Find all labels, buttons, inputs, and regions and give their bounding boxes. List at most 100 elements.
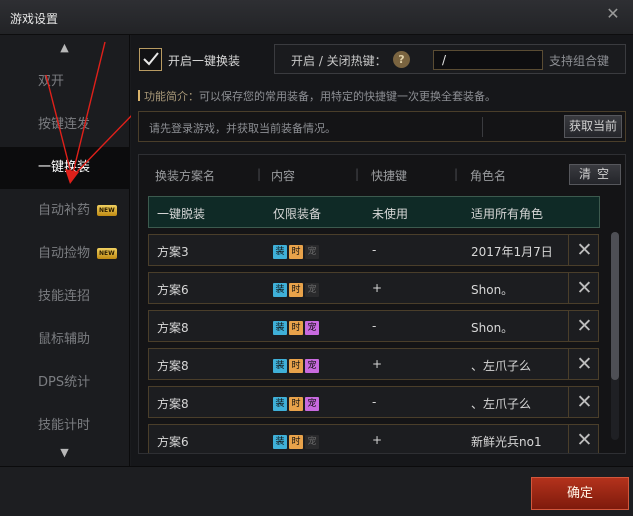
pet-tag: 宠 <box>305 283 319 297</box>
login-text: 请先登录游戏，并获取当前装备情况。 <box>149 122 336 135</box>
hotkey-value: - <box>372 319 377 333</box>
content-tags: 装时宠 <box>273 243 321 259</box>
table-scrollbar[interactable] <box>611 232 619 440</box>
sidebar-item-auto-loot[interactable]: 自动捡物 NEW <box>0 233 129 275</box>
sidebar-item-label: 鼠标辅助 <box>38 332 91 347</box>
hotkey-value: 未使用 <box>372 207 409 221</box>
scheme-name: 方案8 <box>157 397 189 411</box>
login-notice: 请先登录游戏，并获取当前装备情况。 获取当前 <box>138 111 626 142</box>
confirm-button[interactable]: 确定 <box>531 477 629 510</box>
scheme-name: 一键脱装 <box>157 207 206 221</box>
outfit-table: 换装方案名 | 内容 | 快捷键 | 角色名 清空 一键脱装 仅限装备 未使用 … <box>138 154 626 454</box>
new-badge: NEW <box>97 248 117 259</box>
sidebar: ▲ 双开 按键连发 一键换装 自动补药 NEW 自动捡物 NEW 技能连招 鼠标… <box>0 35 130 466</box>
sidebar-item-label: 自动捡物 <box>38 246 91 261</box>
hotkey-value: + <box>372 433 383 447</box>
pet-tag: 宠 <box>305 321 319 335</box>
sidebar-item-label: 按键连发 <box>38 117 91 132</box>
intro-text: 可以保存您的常用装备，用特定的快捷键一次更换全套装备。 <box>199 90 496 103</box>
sidebar-item-dual-open[interactable]: 双开 <box>0 61 129 103</box>
scrollbar-thumb[interactable] <box>611 232 619 380</box>
help-icon[interactable]: ? <box>393 51 410 68</box>
new-badge: NEW <box>97 205 117 216</box>
fashion-tag: 时 <box>289 321 303 335</box>
table-row[interactable]: 方案6 装时宠 + 新鲜光兵no1 ✕ <box>148 424 600 453</box>
title-bar: 游戏设置 ✕ <box>0 0 633 35</box>
enable-swap-checkbox[interactable] <box>139 48 162 71</box>
content-tags: 装时宠 <box>273 319 321 335</box>
pet-tag: 宠 <box>305 359 319 373</box>
sidebar-item-label: DPS统计 <box>38 375 91 390</box>
scheme-name: 方案8 <box>157 359 189 373</box>
table-row[interactable]: 一键脱装 仅限装备 未使用 适用所有角色 <box>148 196 600 228</box>
fashion-tag: 时 <box>289 245 303 259</box>
role-name: 、左爪子么 <box>471 397 532 411</box>
column-header-scheme: 换装方案名 <box>155 169 216 183</box>
fashion-tag: 时 <box>289 283 303 297</box>
delete-icon[interactable]: ✕ <box>568 425 600 453</box>
feature-intro: 功能简介：可以保存您的常用装备，用特定的快捷键一次更换全套装备。 <box>138 88 496 104</box>
column-separator: | <box>454 167 459 181</box>
table-row[interactable]: 方案8 装时宠 - Shon。 ✕ <box>148 310 599 342</box>
footer: 确定 <box>0 466 633 516</box>
table-row[interactable]: 方案8 装时宠 + 、左爪子么 ✕ <box>148 348 599 380</box>
equip-tag: 装 <box>273 321 287 335</box>
role-name: 新鲜光兵no1 <box>471 435 542 449</box>
sidebar-item-label: 双开 <box>38 74 65 89</box>
sidebar-item-dps-stats[interactable]: DPS统计 <box>0 362 129 404</box>
scheme-name: 方案8 <box>157 321 189 335</box>
sidebar-item-mouse-assist[interactable]: 鼠标辅助 <box>0 319 129 361</box>
sidebar-item-label: 自动补药 <box>38 203 91 218</box>
equip-tag: 装 <box>273 283 287 297</box>
delete-icon[interactable]: ✕ <box>568 273 600 303</box>
sidebar-scroll-down-icon[interactable]: ▼ <box>0 441 129 465</box>
sidebar-item-key-repeat[interactable]: 按键连发 <box>0 104 129 146</box>
fashion-tag: 时 <box>289 359 303 373</box>
sidebar-item-quick-swap[interactable]: 一键换装 <box>0 147 130 189</box>
column-separator: | <box>355 167 360 181</box>
hotkey-value: + <box>372 281 383 295</box>
delete-icon[interactable]: ✕ <box>568 387 600 417</box>
close-icon[interactable]: ✕ <box>603 4 623 24</box>
equip-tag: 装 <box>273 359 287 373</box>
table-row[interactable]: 方案6 装时宠 + Shon。 ✕ <box>148 272 599 304</box>
equip-tag: 装 <box>273 397 287 411</box>
hotkey-value: - <box>372 243 377 257</box>
hotkey-input[interactable] <box>433 50 543 70</box>
sidebar-item-auto-potion[interactable]: 自动补药 NEW <box>0 190 129 232</box>
divider <box>482 117 483 137</box>
pet-tag: 宠 <box>305 435 319 449</box>
enable-swap-label: 开启一键换装 <box>168 54 241 68</box>
check-icon <box>143 52 159 66</box>
content-tags: 装时宠 <box>273 395 321 411</box>
content-tags: 装时宠 <box>273 281 321 297</box>
main-panel: 开启一键换装 开启 / 关闭热键： ? 支持组合键 功能简介：可以保存您的常用装… <box>131 35 633 466</box>
fashion-tag: 时 <box>289 435 303 449</box>
column-header-content: 内容 <box>271 169 296 183</box>
clear-button[interactable]: 清空 <box>569 164 621 185</box>
delete-icon[interactable]: ✕ <box>568 235 600 265</box>
content-tags: 装时宠 <box>273 433 321 449</box>
delete-icon[interactable]: ✕ <box>568 311 600 341</box>
column-header-role: 角色名 <box>470 169 507 183</box>
window-title: 游戏设置 <box>10 12 59 26</box>
table-row[interactable]: 方案3 装时宠 - 2017年1月7日 ✕ <box>148 234 599 266</box>
intro-label: 功能简介： <box>144 90 199 103</box>
scheme-name: 方案6 <box>157 435 189 449</box>
equip-tag: 装 <box>273 435 287 449</box>
sidebar-scroll-up-icon[interactable]: ▲ <box>0 36 129 60</box>
role-name: Shon。 <box>471 321 514 335</box>
fashion-tag: 时 <box>289 397 303 411</box>
role-name: Shon。 <box>471 283 514 297</box>
content-tags: 装时宠 <box>273 357 321 373</box>
get-current-button[interactable]: 获取当前 <box>564 115 622 138</box>
hotkey-value: - <box>372 395 377 409</box>
table-row[interactable]: 方案8 装时宠 - 、左爪子么 ✕ <box>148 386 599 418</box>
pet-tag: 宠 <box>305 397 319 411</box>
sidebar-item-skill-combo[interactable]: 技能连招 <box>0 276 129 318</box>
delete-icon[interactable]: ✕ <box>568 349 600 379</box>
sidebar-item-label: 技能计时 <box>38 418 91 433</box>
intro-marker <box>138 90 140 101</box>
pet-tag: 宠 <box>305 245 319 259</box>
hotkey-panel: 开启 / 关闭热键： ? 支持组合键 <box>274 44 626 74</box>
